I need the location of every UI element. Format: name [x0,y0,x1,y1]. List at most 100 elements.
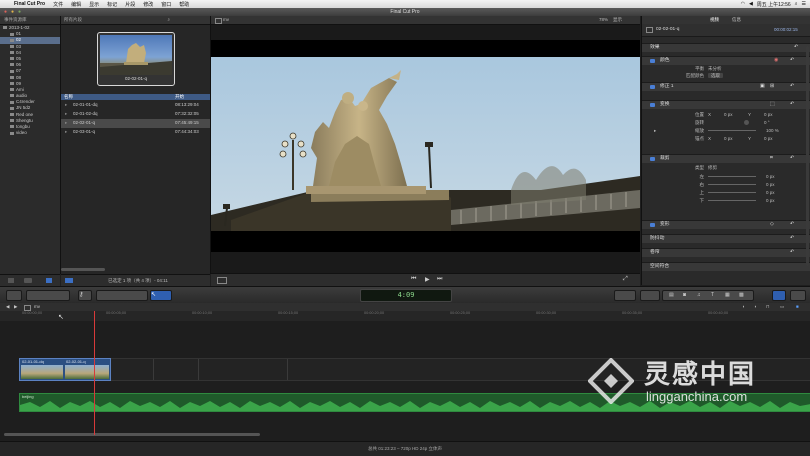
wifi-icon[interactable]: ◠ [741,1,745,7]
library-toggle-icon[interactable] [8,278,14,283]
audio-skimming-icon[interactable]: ◖ [742,303,745,311]
crop-enable-checkbox[interactable] [650,157,655,161]
row-disclosure-icon[interactable]: ▸ [65,110,67,119]
zoom-window-icon[interactable]: ● [18,8,21,16]
list-view-icon[interactable] [46,278,52,283]
section-rolling-shutter[interactable]: 卷帘 ↶ [642,248,810,257]
menu-modify[interactable]: 修改 [139,1,157,8]
fullscreen-icon[interactable]: ⤢ [623,276,628,283]
media-browsers-group[interactable]: ▤ ◙ ♫ T ▦ ▩ [662,290,754,301]
crop-left-slider[interactable] [708,176,756,177]
scale-slider[interactable] [708,130,756,131]
video-clip-group[interactable]: 02-01-01-dq 02-02-01-q [19,358,111,381]
clip-appearance-icon[interactable]: ▭ [780,303,784,311]
section-distort[interactable]: 变形 ◇ ↶ [642,220,810,229]
menu-mark[interactable]: 标记 [103,1,121,8]
match-color-button[interactable]: 选取 [708,73,723,78]
anchor-x-value[interactable]: 0 px [724,135,733,142]
row-disclosure-icon[interactable]: ▸ [65,119,67,128]
effects-reset-icon[interactable]: ↶ [794,44,798,52]
dashboard-timecode[interactable]: 4:09 [360,289,452,302]
menu-help[interactable]: 帮助 [175,1,193,8]
menu-app-name[interactable]: Final Cut Pro [10,1,49,7]
position-x-value[interactable]: 0 px [724,111,733,118]
rolling-reset-icon[interactable]: ↶ [790,249,794,257]
crop-top-value[interactable]: 0 px [766,189,775,196]
color-enable-checkbox[interactable] [650,59,655,63]
transform-onscreen-icon[interactable]: ⬚ [770,101,775,109]
timeline-back-icon[interactable]: ◀ [6,303,9,311]
filmstrip-view-icon[interactable] [65,278,73,283]
clip-thumbnail-filmstrip[interactable]: 02-02-01-q [97,32,175,86]
menu-window[interactable]: 窗口 [157,1,175,8]
browser-search-icon[interactable]: ⌕ [167,16,170,24]
section-transform[interactable]: 变换 ⬚ ↶ [642,100,810,109]
color-board-icon[interactable]: ◉ [774,57,778,65]
playhead[interactable] [94,311,95,435]
volume-icon[interactable]: ◀ [749,1,753,7]
section-stabilize[interactable]: 防抖动 ↶ [642,234,810,243]
distort-enable-checkbox[interactable] [650,223,655,227]
section-color[interactable]: 颜色 ◉ ↶ [642,56,810,65]
crop-type-value[interactable]: 修剪 [708,164,717,171]
play-prev-icon[interactable]: ⏮ [411,276,416,283]
library-event-item[interactable]: video [0,130,60,136]
rotation-value[interactable]: 0 ° [764,119,770,126]
menu-view[interactable]: 显示 [85,1,103,8]
browser-clip-row[interactable]: ▸ 02-02-01-q 07:45:49:15 [61,119,210,128]
row-disclosure-icon[interactable]: ▸ [65,101,67,110]
correction-reset-icon[interactable]: ↶ [790,83,794,91]
crop-top-slider[interactable] [708,192,756,193]
position-y-value[interactable]: 0 px [764,111,773,118]
viewer-zoom[interactable]: 78% [599,16,608,24]
browser-filter-label[interactable]: 所有片段 [64,17,82,22]
crop-onscreen-icon[interactable]: ⌗ [770,155,773,163]
minimize-window-icon[interactable]: ● [11,8,14,16]
zoom-slider-icon[interactable]: ■ [796,303,799,311]
col-start-header[interactable]: 开始 [175,94,184,100]
action-gear-icon[interactable] [24,278,32,283]
row-disclosure-icon[interactable]: ▸ [65,128,67,137]
import-media-button[interactable] [6,290,22,301]
section-effects[interactable]: 效果 ↶ [642,43,810,52]
browser-clip-row[interactable]: ▸ 02-01-01-dq 08:13:29:04 [61,101,210,110]
mask-icon[interactable]: ⊞ [770,83,774,91]
viewer-display-options-icon[interactable] [217,277,227,284]
tab-info[interactable]: 信息 [732,16,741,24]
enhancements-button[interactable] [614,290,636,301]
browser-clip-row[interactable]: ▸ 02-01-02-dq 07:32:32:05 [61,110,210,119]
play-icon[interactable]: ▶ [425,276,430,283]
scale-value[interactable]: 100 % [766,127,779,134]
color-board-small-icon[interactable]: ▣ [760,83,765,91]
crop-bottom-slider[interactable] [708,200,756,201]
menu-edit[interactable]: 编辑 [67,1,85,8]
crop-reset-icon[interactable]: ↶ [790,155,794,163]
share-button[interactable] [790,290,806,301]
section-crop[interactable]: 裁剪 ⌗ ↶ [642,154,810,163]
select-tool-button[interactable]: ↖ [150,290,172,301]
retime-button[interactable] [640,290,660,301]
section-correction[interactable]: 修正 1 ▣ ⊞ ↶ [642,82,810,91]
spotlight-icon[interactable]: ⌕ [795,1,798,7]
distort-onscreen-icon[interactable]: ◇ [770,221,774,229]
solo-icon[interactable]: ◗ [754,303,757,311]
correction-enable-checkbox[interactable] [650,85,655,89]
transform-reset-icon[interactable]: ↶ [790,101,794,109]
browser-clip-row[interactable]: ▸ 02-03-01-q 07:44:34:03 [61,128,210,137]
stabilize-reset-icon[interactable]: ↶ [790,235,794,243]
rotation-dial[interactable] [744,120,749,125]
distort-reset-icon[interactable]: ↶ [790,221,794,229]
anchor-y-value[interactable]: 0 px [764,135,773,142]
crop-right-slider[interactable] [708,184,756,185]
viewer-frame[interactable] [211,40,640,252]
viewer-display-menu[interactable]: 显示 [613,16,622,24]
enhance-button[interactable]: ⚷ [78,290,92,301]
timeline-scrollbar[interactable] [4,433,260,436]
col-name-header[interactable]: 名称 [64,94,73,100]
play-next-icon[interactable]: ⏭ [437,276,442,283]
notification-icon[interactable]: ☰ [802,1,806,7]
transform-enable-checkbox[interactable] [650,103,655,107]
menu-file[interactable]: 文件 [49,1,67,8]
keywords-button[interactable] [26,290,70,301]
edit-mode-buttons[interactable] [96,290,148,301]
